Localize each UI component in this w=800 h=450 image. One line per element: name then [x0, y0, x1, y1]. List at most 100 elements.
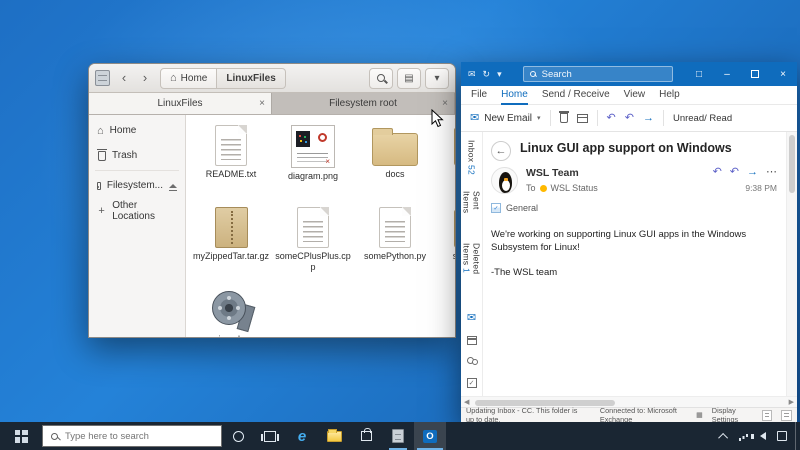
store-button[interactable] — [350, 422, 382, 450]
sender-name[interactable]: WSL Team — [526, 167, 705, 179]
tab-close-icon[interactable]: × — [259, 98, 265, 109]
folder-deleted-items[interactable]: Deleted Items 1 — [462, 243, 482, 297]
store-icon — [360, 428, 372, 441]
reading-pane: ← Linux GUI app support on Windows WSL T… — [483, 132, 797, 396]
file-explorer-button[interactable] — [318, 422, 350, 450]
folder-rail: Inbox 52 Sent Items Deleted Items 1 ✉ ✓ — [461, 132, 483, 396]
task-view-button[interactable] — [254, 422, 286, 450]
file-item[interactable]: someCPlusPlus.cpp — [272, 207, 354, 289]
file-item[interactable]: × diagram.png — [272, 125, 354, 207]
sidebar-label: Filesystem... — [106, 180, 163, 191]
taskbar-search-input[interactable] — [65, 430, 195, 442]
reply-all-icon[interactable]: ↶ — [625, 112, 634, 124]
cortana-button[interactable] — [222, 422, 254, 450]
reading-view-icon[interactable] — [761, 409, 773, 421]
quick-access-mail-icon[interactable]: ✉ — [468, 69, 476, 79]
unread-read-button[interactable]: Unread/ Read — [673, 113, 732, 124]
vertical-scrollbar[interactable] — [786, 132, 797, 396]
breadcrumb-home-button[interactable]: ⌂ Home — [160, 67, 218, 89]
menu-help[interactable]: Help — [659, 89, 680, 102]
horizontal-scrollbar[interactable]: ◀ ▶ — [461, 396, 797, 407]
network-icon[interactable] — [739, 432, 749, 441]
reply-all-icon[interactable]: ↶ — [730, 167, 739, 178]
archive-icon[interactable] — [576, 113, 588, 123]
file-label: README.txt — [205, 169, 257, 179]
file-item[interactable]: README.txt — [190, 125, 272, 207]
tray-chevron-up-icon[interactable] — [718, 432, 729, 443]
reply-icon[interactable]: ↶ — [607, 112, 616, 124]
view-toggle-button[interactable]: ▤ — [397, 67, 421, 89]
people-module-icon[interactable] — [466, 357, 478, 366]
toolbar-divider — [662, 110, 664, 126]
scrollbar-thumb[interactable] — [475, 399, 615, 406]
recipient-name[interactable]: WSL Status — [551, 183, 598, 193]
taskbar-search-box[interactable] — [42, 425, 222, 447]
sidebar-item-filesystem[interactable]: Filesystem... — [89, 173, 185, 198]
menu-view[interactable]: View — [624, 89, 646, 102]
breadcrumb-current-button[interactable]: LinuxFiles — [217, 67, 286, 89]
show-desktop-button[interactable] — [795, 422, 800, 450]
files-app-icon — [392, 429, 404, 443]
calendar-module-icon[interactable] — [466, 336, 477, 345]
mail-module-icon[interactable]: ✉ — [467, 313, 476, 324]
outlook-menubar: File Home Send / Receive View Help — [461, 86, 797, 105]
file-item[interactable]: sourceCode — [436, 207, 455, 289]
forward-icon[interactable]: → — [747, 167, 758, 178]
search-button[interactable] — [369, 67, 393, 89]
category-tag[interactable]: ✓ General — [491, 203, 777, 213]
forward-button[interactable]: › — [136, 68, 154, 88]
edge-button[interactable]: e — [286, 422, 318, 450]
list-view-icon: ▤ — [404, 72, 414, 84]
search-icon — [529, 71, 536, 77]
file-item[interactable]: docs — [354, 125, 436, 207]
minimize-button[interactable]: – — [713, 62, 741, 86]
back-button[interactable]: ← — [491, 141, 511, 161]
new-email-button[interactable]: ✉ New Email ▾ — [470, 112, 541, 124]
folder-sent-items[interactable]: Sent Items — [462, 191, 482, 227]
scrollbar-thumb[interactable] — [789, 135, 795, 193]
sidebar-item-home[interactable]: ⌂ Home — [89, 118, 185, 143]
search-icon — [377, 74, 385, 82]
menu-send-receive[interactable]: Send / Receive — [542, 89, 610, 102]
send-receive-sync-icon[interactable]: ↻ — [483, 69, 491, 79]
quick-access-caret-icon[interactable]: ▾ — [497, 69, 502, 79]
action-center-icon[interactable] — [777, 431, 787, 441]
volume-icon[interactable] — [751, 432, 766, 440]
scroll-right-icon[interactable]: ▶ — [789, 398, 794, 406]
text-file-icon — [379, 207, 411, 248]
outlook-titlebar[interactable]: ✉ ↻ ▾ Search □ – × — [461, 62, 797, 86]
sidebar-item-trash[interactable]: Trash — [89, 143, 185, 168]
outlook-search-box[interactable]: Search — [522, 66, 673, 82]
layout-view-icon[interactable] — [781, 409, 792, 421]
menu-button[interactable]: ▾ — [425, 67, 449, 89]
inbox-count: 52 — [466, 164, 477, 176]
back-button[interactable]: ‹ — [115, 68, 133, 88]
files-app-button[interactable] — [382, 422, 414, 450]
close-button[interactable]: × — [769, 62, 797, 86]
tab-linuxfiles[interactable]: LinuxFiles × — [89, 93, 272, 114]
delete-icon[interactable] — [558, 111, 569, 123]
start-button[interactable] — [0, 422, 42, 450]
reply-icon[interactable]: ↶ — [713, 167, 722, 178]
maximize-button[interactable] — [741, 62, 769, 86]
file-item[interactable]: myZippedTar.tar.gz — [190, 207, 272, 289]
more-actions-icon[interactable]: ⋯ — [766, 167, 777, 178]
sidebar-item-other-locations[interactable]: + Other Locations — [89, 198, 185, 223]
forward-icon[interactable]: → — [643, 112, 654, 124]
eject-icon[interactable] — [169, 183, 177, 191]
folder-inbox[interactable]: Inbox 52 — [467, 140, 477, 175]
tab-filesystem-root[interactable]: Filesystem root × — [272, 93, 455, 114]
file-item[interactable]: spaceinvaders.mp4 — [190, 289, 272, 337]
outlook-window: ✉ ↻ ▾ Search □ – × File Home Send / Rece… — [461, 62, 797, 424]
ribbon-options-icon[interactable]: □ — [685, 62, 713, 86]
drive-icon — [96, 181, 101, 190]
file-item[interactable]: images — [436, 125, 455, 207]
scroll-left-icon[interactable]: ◀ — [464, 398, 469, 406]
tab-close-icon[interactable]: × — [442, 98, 448, 109]
outlook-ribbon: ✉ New Email ▾ ↶ ↶ → Unread/ Read — [461, 105, 797, 132]
file-item[interactable]: somePython.py — [354, 207, 436, 289]
outlook-button[interactable]: O — [414, 422, 446, 450]
menu-home[interactable]: Home — [501, 89, 528, 105]
menu-file[interactable]: File — [471, 89, 487, 102]
tasks-module-icon[interactable]: ✓ — [466, 378, 477, 388]
